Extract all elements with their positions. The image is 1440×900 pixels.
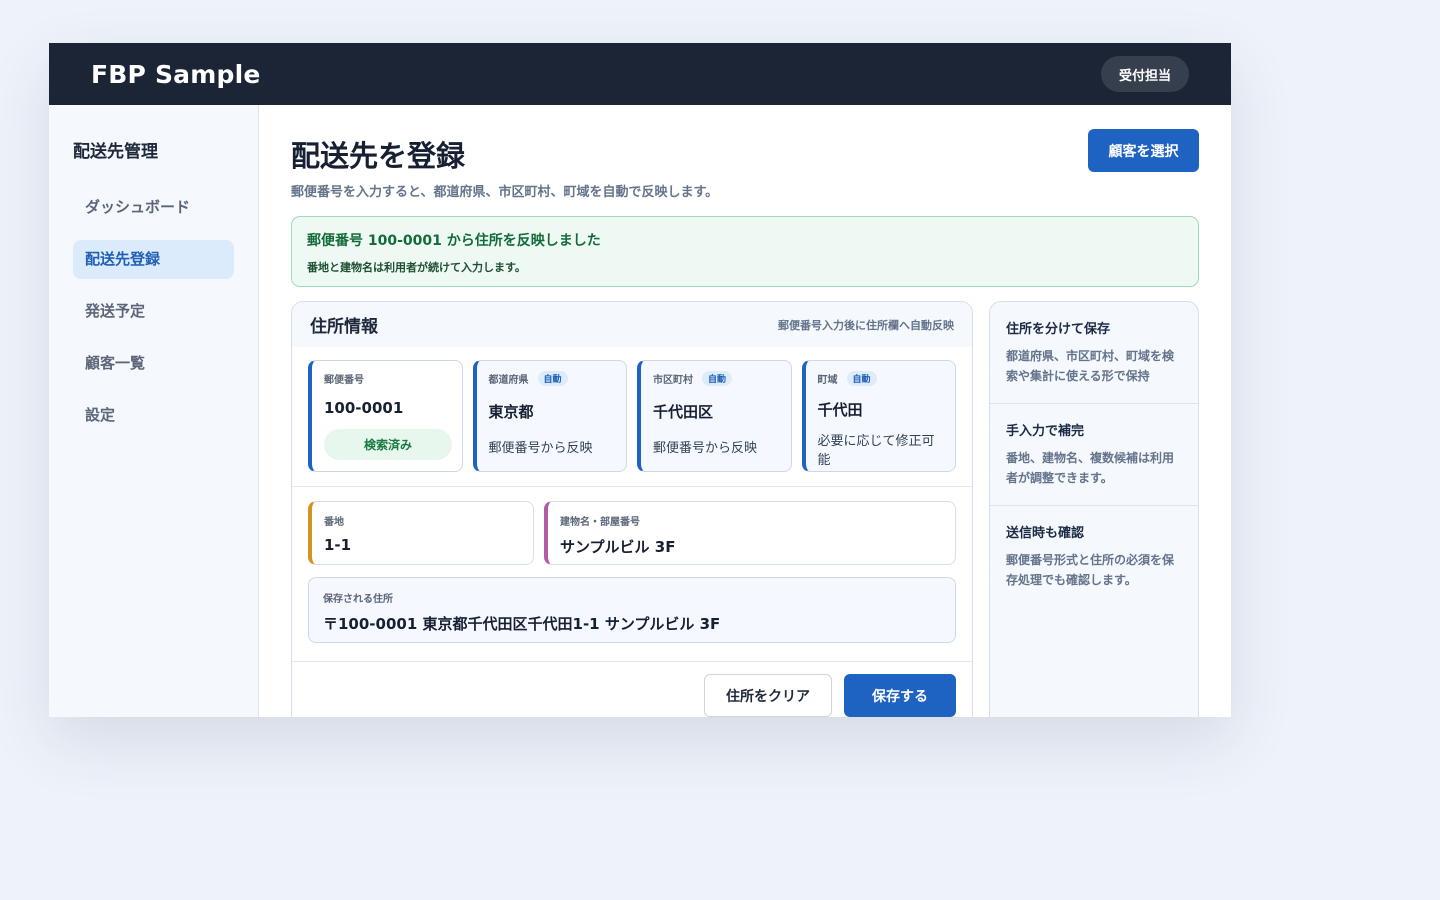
form-footer: 住所をクリア 保存する (292, 661, 972, 717)
info-body: 郵便番号形式と住所の必須を保存処理でも確認します。 (1006, 553, 1175, 587)
zip-label: 郵便番号 (324, 375, 364, 386)
banchi-field[interactable]: 番地 1-1 (308, 501, 534, 565)
manual-row: 番地 1-1 建物名・部屋番号 サンプルビル 3F (308, 501, 956, 565)
form-header: 住所情報 郵便番号入力後に住所欄へ自動反映 (292, 302, 972, 347)
auto-fill-row: 郵便番号 100-0001 検索済み 都道府県 自動 東京都 郵便番号から反映 (292, 347, 972, 487)
prefecture-field[interactable]: 都道府県 自動 東京都 郵便番号から反映 (472, 360, 627, 472)
brand-logo: FBP Sample (91, 59, 261, 89)
town-value[interactable]: 千代田 (818, 399, 944, 420)
city-note: 郵便番号から反映 (653, 441, 758, 456)
saved-address-value: 〒100-0001 東京都千代田区千代田1-1 サンプルビル 3F (323, 615, 721, 633)
alert-body: 番地と建物名は利用者が続けて入力します。 (307, 261, 526, 274)
info-body: 都道府県、市区町村、町域を検索や集計に使える形で保持 (1006, 349, 1175, 383)
building-field[interactable]: 建物名・部屋番号 サンプルビル 3F (544, 501, 956, 565)
select-customer-button[interactable]: 顧客を選択 (1088, 129, 1199, 172)
auto-badge: 自動 (537, 371, 568, 386)
sidebar-title: 配送先管理 (73, 142, 158, 162)
auto-badge: 自動 (702, 371, 733, 386)
saved-address-label: 保存される住所 (323, 594, 393, 605)
clear-address-button[interactable]: 住所をクリア (704, 674, 832, 717)
app-body: 配送先管理 ダッシュボード 配送先登録 発送予定 顧客一覧 設定 配送先を登録 … (49, 105, 1231, 717)
city-field[interactable]: 市区町村 自動 千代田区 郵便番号から反映 (637, 360, 792, 472)
sidebar-item-shipping-registration[interactable]: 配送先登録 (73, 240, 234, 279)
banchi-value[interactable]: 1-1 (324, 536, 521, 554)
sidebar-item-customer-list[interactable]: 顧客一覧 (73, 344, 234, 383)
manual-input-area: 番地 1-1 建物名・部屋番号 サンプルビル 3F 保存される住所 〒100-0… (292, 487, 972, 643)
info-body: 番地、建物名、複数候補は利用者が調整できます。 (1006, 451, 1175, 485)
top-bar: FBP Sample 受付担当 (49, 43, 1231, 105)
sidebar: 配送先管理 ダッシュボード 配送先登録 発送予定 顧客一覧 設定 (49, 105, 259, 717)
prefecture-note: 郵便番号から反映 (488, 441, 593, 456)
prefecture-label: 都道府県 自動 (489, 371, 615, 386)
prefecture-value[interactable]: 東京都 (489, 401, 615, 422)
building-label: 建物名・部屋番号 (560, 517, 640, 528)
zip-status-badge: 検索済み (324, 429, 452, 460)
page-title: 配送先を登録 (291, 139, 466, 173)
info-item: 手入力で補完 番地、建物名、複数候補は利用者が調整できます。 (990, 404, 1198, 506)
success-alert: 郵便番号 100-0001 から住所を反映しました 番地と建物名は利用者が続けて… (291, 216, 1199, 287)
app-window: FBP Sample 受付担当 配送先管理 ダッシュボード 配送先登録 発送予定… (49, 43, 1231, 717)
banchi-label: 番地 (324, 517, 344, 528)
page-subtitle: 郵便番号を入力すると、都道府県、市区町村、町域を自動で反映します。 (291, 185, 719, 200)
main-content: 配送先を登録 郵便番号を入力すると、都道府県、市区町村、町域を自動で反映します。… (259, 105, 1231, 717)
city-value[interactable]: 千代田区 (653, 401, 779, 422)
info-title: 住所を分けて保存 (1006, 322, 1111, 337)
auto-badge: 自動 (846, 371, 877, 386)
info-title: 手入力で補完 (1006, 424, 1085, 439)
sidebar-item-settings[interactable]: 設定 (73, 396, 234, 435)
info-item: 住所を分けて保存 都道府県、市区町村、町域を検索や集計に使える形で保持 (990, 302, 1198, 404)
zip-field[interactable]: 郵便番号 100-0001 検索済み (308, 360, 463, 472)
zip-value[interactable]: 100-0001 (324, 399, 450, 417)
sidebar-item-shipping-schedule[interactable]: 発送予定 (73, 292, 234, 331)
building-value[interactable]: サンプルビル 3F (560, 536, 943, 557)
content-area: 住所情報 郵便番号入力後に住所欄へ自動反映 郵便番号 100-0001 検索済み… (291, 301, 1199, 717)
town-label: 町域 自動 (818, 371, 944, 386)
address-form-card: 住所情報 郵便番号入力後に住所欄へ自動反映 郵便番号 100-0001 検索済み… (291, 301, 973, 717)
save-button[interactable]: 保存する (844, 674, 956, 717)
saved-address-preview: 保存される住所 〒100-0001 東京都千代田区千代田1-1 サンプルビル 3… (308, 577, 956, 643)
info-title: 送信時も確認 (1006, 526, 1085, 541)
form-note: 郵便番号入力後に住所欄へ自動反映 (778, 318, 954, 332)
form-title: 住所情報 (310, 317, 378, 337)
alert-title: 郵便番号 100-0001 から住所を反映しました (307, 233, 601, 249)
info-item: 送信時も確認 郵便番号形式と住所の必須を保存処理でも確認します。 (990, 506, 1198, 607)
role-badge[interactable]: 受付担当 (1100, 56, 1189, 92)
town-note: 必要に応じて修正可能 (817, 434, 935, 468)
info-panel: 住所を分けて保存 都道府県、市区町村、町域を検索や集計に使える形で保持 手入力で… (989, 301, 1199, 717)
town-field[interactable]: 町域 自動 千代田 必要に応じて修正可能 (801, 360, 956, 472)
city-label: 市区町村 自動 (653, 371, 779, 386)
sidebar-item-dashboard[interactable]: ダッシュボード (73, 188, 234, 227)
